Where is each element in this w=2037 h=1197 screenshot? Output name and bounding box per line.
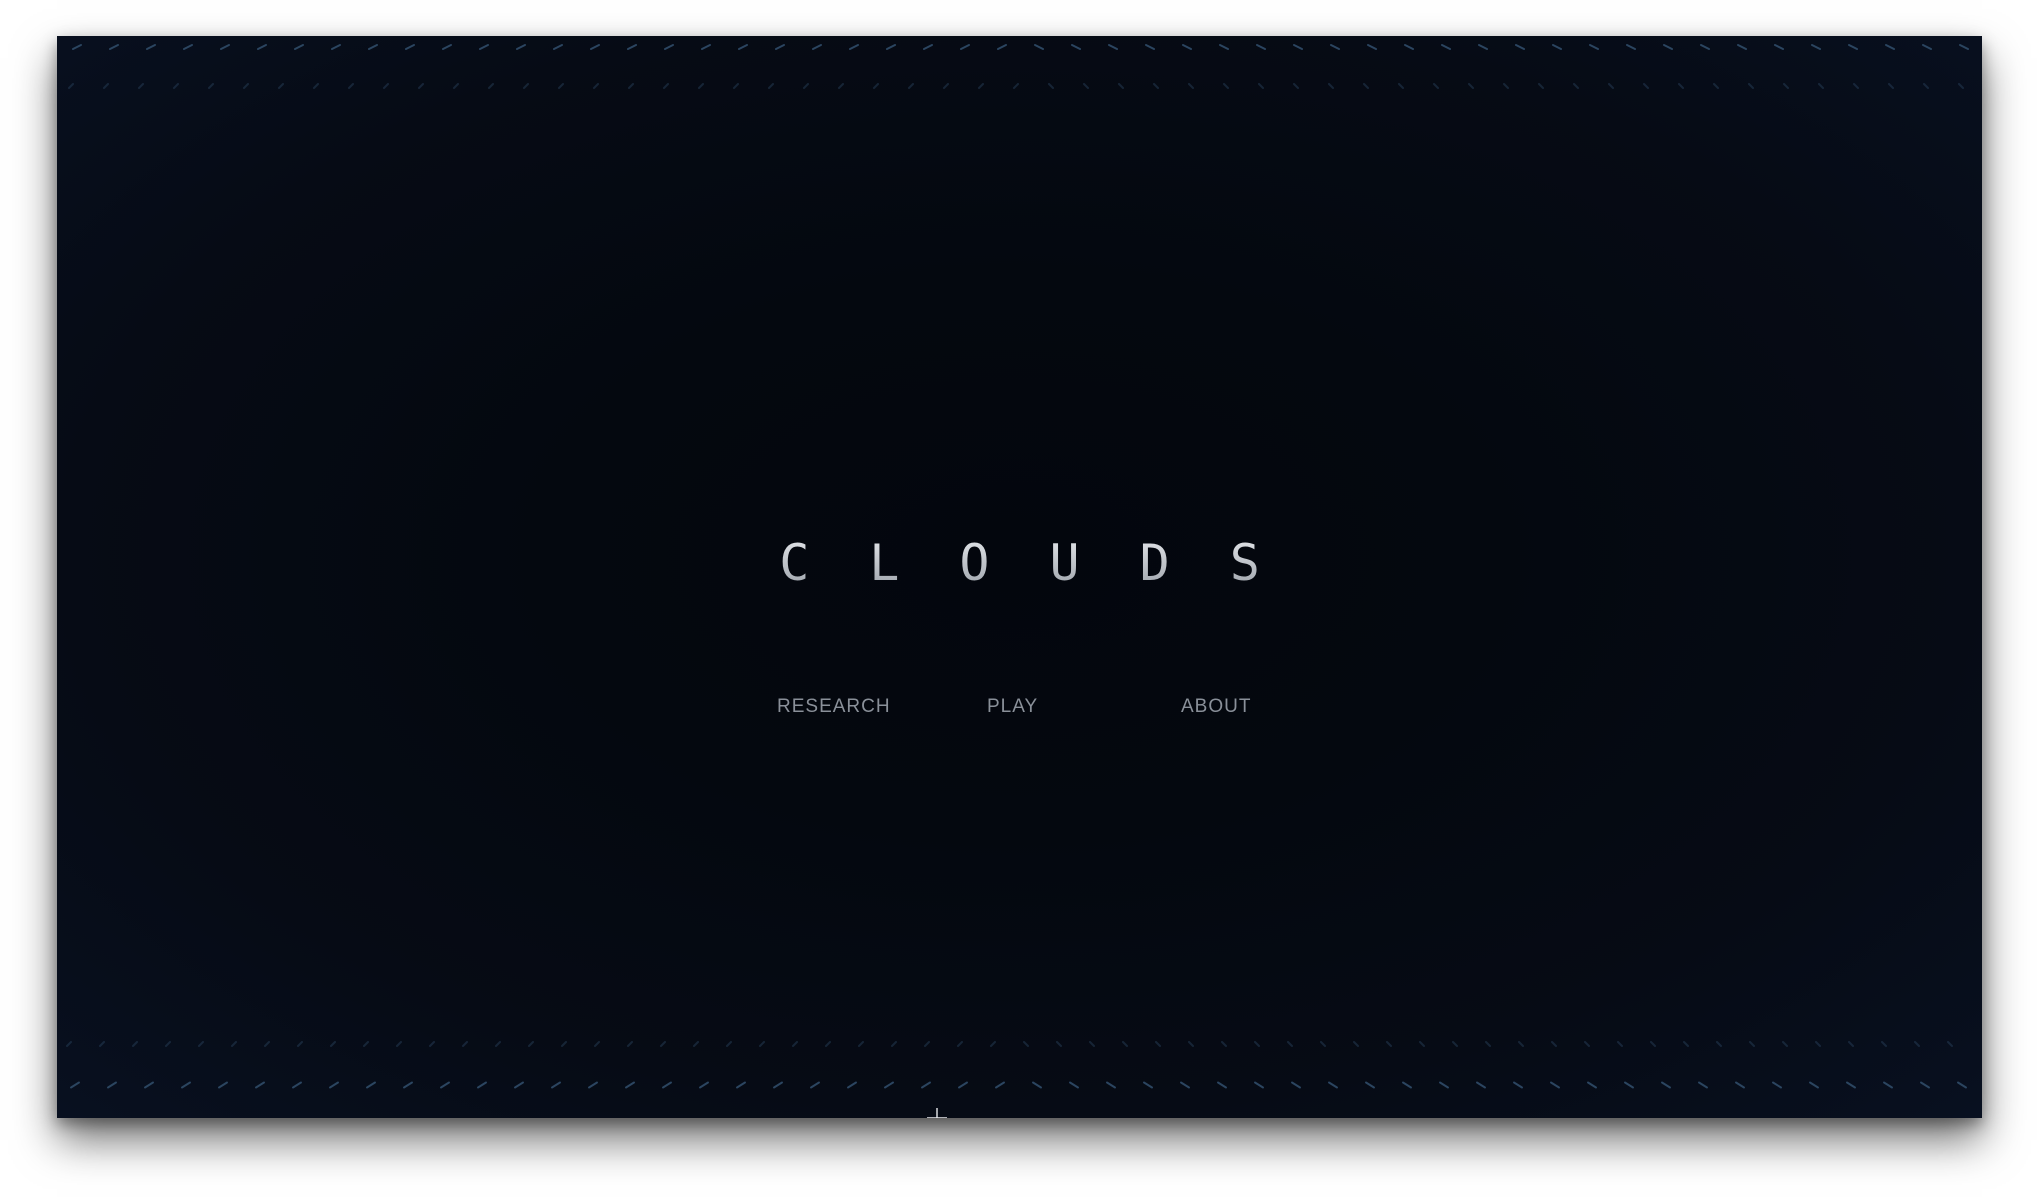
crosshair-cursor-icon xyxy=(927,1108,947,1118)
nav-about-link[interactable]: ABOUT xyxy=(1181,696,1251,718)
app-title: CLOUDS xyxy=(57,534,1982,592)
top-dash-pattern xyxy=(57,36,1982,58)
top-dash-pattern-faint xyxy=(57,76,1982,96)
app-window: CLOUDS RESEARCH PLAY ABOUT xyxy=(57,36,1982,1118)
main-nav: RESEARCH PLAY ABOUT xyxy=(57,696,1982,736)
bottom-dash-pattern xyxy=(57,1074,1982,1096)
nav-play-link[interactable]: PLAY xyxy=(987,696,1038,718)
bottom-dash-pattern-faint xyxy=(57,1034,1982,1054)
nav-research-link[interactable]: RESEARCH xyxy=(777,696,891,718)
